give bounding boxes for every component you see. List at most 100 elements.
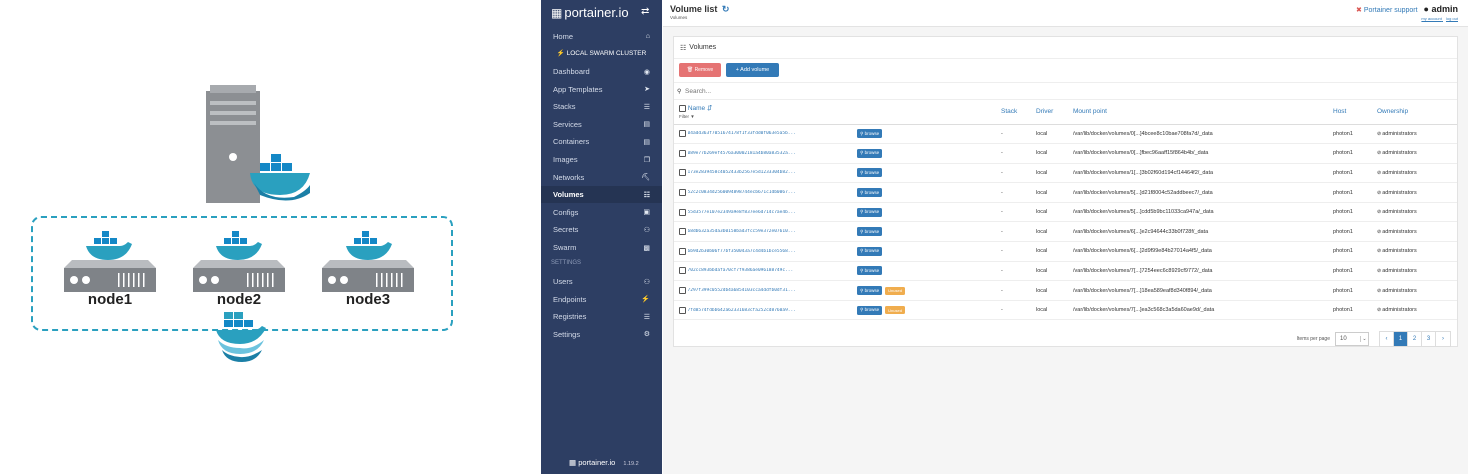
browse-button[interactable]: ⚲ browse (857, 148, 883, 158)
sidebar-item-swarm[interactable]: Swarm ▩ (541, 239, 662, 256)
search-icon: ⚲ (860, 169, 864, 175)
sidebar-item-stacks[interactable]: Stacks ☰ (541, 98, 662, 115)
sidebar-item-endpoints[interactable]: Endpoints ⚡ (541, 291, 662, 308)
browse-button[interactable]: ⚲ browse (857, 227, 883, 237)
node2-server-icon (193, 260, 285, 292)
page-link[interactable]: 2 (1408, 332, 1422, 346)
eye-slash-icon: ⊘ (1377, 169, 1382, 176)
driver-column-header[interactable]: Driver (1036, 100, 1073, 125)
node3-label: node3 (345, 291, 391, 308)
items-per-page-select[interactable]: 10 ⌄ (1335, 332, 1369, 346)
table-row: 173e2839458c4052433b2567e5d1233304b82...… (674, 163, 1457, 184)
ownership-cell: ⊘administrators (1377, 124, 1457, 145)
portainer-support-link[interactable]: ✖ Portainer support (1356, 7, 1419, 14)
search-input[interactable] (685, 87, 985, 95)
row-checkbox[interactable] (679, 287, 686, 295)
row-checkbox[interactable] (679, 247, 686, 255)
host-cell: photon1 (1333, 163, 1377, 184)
sidebar-item-users[interactable]: Users ⚇ (541, 273, 662, 290)
name-column-header[interactable]: Name ⇵ Filter ▼ (674, 100, 1001, 125)
table-row: 089e77b269ef4576a30002181a4b80a83532a...… (674, 143, 1457, 164)
sidebar-item-dashboard[interactable]: Dashboard ◉ (541, 63, 662, 80)
browse-button[interactable]: ⚲ browse (857, 129, 883, 139)
stack-cell: - (1001, 241, 1036, 262)
ownership-cell: ⊘administrators (1377, 280, 1457, 301)
driver-cell: local (1036, 182, 1073, 203)
browse-button[interactable]: ⚲ browse (857, 246, 883, 256)
mount-cell: /var/lib/docker/volumes/7[...]ea3c568c3a… (1073, 300, 1333, 321)
volume-name-link[interactable]: 702cc893bbdafa70cf7f9386ae096188749c... (688, 268, 856, 273)
mount-column-header[interactable]: Mount point (1073, 100, 1333, 125)
pagination: Items per page 10 ⌄ ‹ 1 2 3 › (1297, 331, 1451, 347)
browse-button[interactable]: ⚲ browse (857, 188, 883, 198)
sidebar-footer: ▦ portainer.io 1.19.2 (569, 458, 639, 467)
host-cell: photon1 (1333, 221, 1377, 243)
volume-name-link[interactable]: 7297f399c0552db4a6854103cca4ddfb0df31... (688, 288, 856, 293)
stack-cell: - (1001, 202, 1036, 223)
sidebar-item-containers[interactable]: Containers ▤ (541, 133, 662, 150)
volume-name-link[interactable]: 7fd8574fdbb642a62331683cfa252cd8760a9... (688, 308, 856, 313)
row-checkbox[interactable] (679, 208, 686, 216)
browse-button[interactable]: ⚲ browse (857, 305, 883, 315)
mount-cell: /var/lib/docker/volumes/0[...]4bcee8c10b… (1073, 124, 1333, 145)
user-secret-icon: ⚇ (643, 226, 650, 234)
page-link[interactable]: 3 (1422, 332, 1436, 346)
page-link[interactable]: 1 (1394, 332, 1408, 346)
clone-icon: ❐ (643, 156, 650, 164)
panel-header: ☷ Volumes (674, 37, 1457, 59)
volume-name-link[interactable]: 04add363f7051674178f1f33fdd0f063e5a5b... (688, 131, 856, 136)
add-volume-button[interactable]: + Add volume (726, 63, 779, 77)
row-checkbox[interactable] (679, 130, 686, 138)
row-checkbox[interactable] (679, 267, 686, 275)
sidebar-item-home[interactable]: Home ⌂ (541, 28, 662, 45)
refresh-icon[interactable]: ↻ (722, 4, 730, 14)
portainer-footer-logo-icon: ▦ (569, 458, 577, 467)
browse-button[interactable]: ⚲ browse (857, 266, 883, 276)
row-checkbox[interactable] (679, 149, 686, 157)
name-cell: 7fd8574fdbb642a62331683cfa252cd8760a9...… (674, 300, 1001, 321)
browse-button[interactable]: ⚲ browse (857, 207, 883, 217)
row-checkbox[interactable] (679, 169, 686, 177)
select-all-checkbox[interactable] (679, 105, 686, 113)
remove-button[interactable]: 🗑 Remove (679, 63, 721, 77)
unused-badge: Unused (885, 306, 905, 315)
host-column-header[interactable]: Host (1333, 100, 1377, 125)
stack-column-header[interactable]: Stack (1001, 100, 1036, 125)
volume-name-link[interactable]: 6b9d2b30b06f77bf350043a7c4d4b1bce5568... (688, 249, 856, 254)
filter-control[interactable]: Filter ▼ (679, 114, 1001, 119)
search-icon: ⚲ (860, 307, 864, 313)
table-row: 7297f399c0552db4a6854103cca4ddfb0df31...… (674, 280, 1457, 301)
ownership-cell: ⊘administrators (1377, 261, 1457, 282)
volume-name-link[interactable]: 089e77b269ef4576a30002181a4b80a83532a... (688, 151, 856, 156)
sidebar-item-images[interactable]: Images ❐ (541, 151, 662, 168)
sidebar-item-app-templates[interactable]: App Templates ➤ (541, 81, 662, 98)
driver-cell: local (1036, 124, 1073, 145)
volume-name-link[interactable]: 68db632a35da3b0158bad3fcc59e372e07610... (688, 229, 856, 234)
my-account-link[interactable]: my account (1421, 16, 1441, 21)
ownership-cell: ⊘administrators (1377, 300, 1457, 321)
sidebar-item-settings[interactable]: Settings ⚙ (541, 326, 662, 343)
sidebar-toggle-icon[interactable]: ⇄ (641, 6, 649, 17)
ownership-column-header[interactable]: Ownership (1377, 100, 1457, 125)
volumes-panel: ☷ Volumes 🗑 Remove + Add volume ⚲ Name ⇵ (673, 36, 1458, 347)
volume-name-link[interactable]: 52c2c0834d2560094898744ecb671c1db0067... (688, 190, 856, 195)
volume-name-link[interactable]: 173e2839458c4052433b2567e5d1233304b82... (688, 170, 856, 175)
volume-name-link[interactable]: 55d3577e107e2349a9e8f837ee6d714c7ae4b... (688, 210, 856, 215)
browse-button[interactable]: ⚲ browse (857, 286, 883, 296)
log-out-link[interactable]: log out (1446, 16, 1458, 21)
ownership-cell: ⊘administrators (1377, 182, 1457, 203)
row-checkbox[interactable] (679, 228, 686, 236)
sidebar-item-secrets[interactable]: Secrets ⚇ (541, 221, 662, 238)
prev-page-button[interactable]: ‹ (1380, 332, 1394, 346)
browse-button[interactable]: ⚲ browse (857, 168, 883, 178)
sidebar-item-services[interactable]: Services ▤ (541, 116, 662, 133)
file-code-icon: ▣ (643, 209, 650, 217)
sidebar-item-volumes[interactable]: Volumes ☷ (541, 186, 662, 204)
sidebar-item-registries[interactable]: Registries ☰ (541, 308, 662, 325)
next-page-button[interactable]: › (1436, 332, 1450, 346)
row-checkbox[interactable] (679, 306, 686, 314)
sidebar-item-configs[interactable]: Configs ▣ (541, 204, 662, 221)
row-checkbox[interactable] (679, 189, 686, 197)
support-icon: ✖ (1356, 7, 1362, 14)
sidebar-item-networks[interactable]: Networks ⛏ (541, 169, 662, 186)
